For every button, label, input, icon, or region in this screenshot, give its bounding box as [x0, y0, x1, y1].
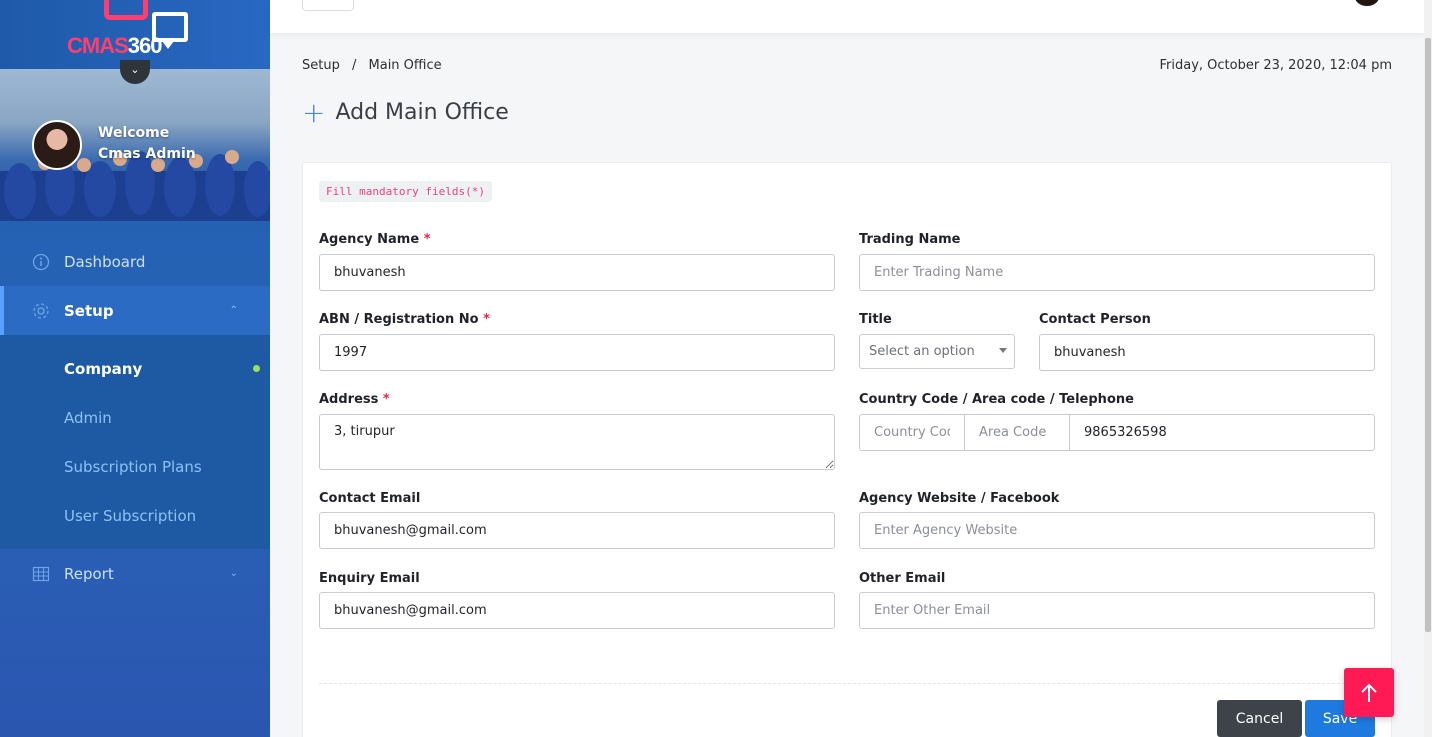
info-circle-icon — [32, 253, 50, 271]
contact-email-label: Contact Email — [319, 491, 421, 506]
active-dot-icon — [253, 365, 260, 372]
contact-person-field[interactable] — [1039, 334, 1375, 371]
breadcrumb-separator: / — [351, 58, 357, 73]
menu-toggle-button[interactable] — [302, 0, 354, 11]
website-field[interactable] — [859, 512, 1375, 549]
caret-down-icon — [999, 348, 1007, 353]
user-avatar[interactable] — [1353, 0, 1381, 8]
sidebar-item-dashboard[interactable]: Dashboard — [0, 237, 270, 286]
sidebar: CMAS360 ⌄ Welcome Cmas Admin Dashboard S… — [0, 0, 270, 737]
contact-person-label: Contact Person — [1039, 312, 1151, 327]
contact-email-field[interactable] — [319, 512, 835, 549]
sidebar-subitem-subscription-plans[interactable]: Subscription Plans — [0, 442, 270, 491]
area-code-field[interactable] — [964, 414, 1070, 451]
arrow-up-icon — [1361, 683, 1377, 702]
title-select[interactable]: Select an option — [859, 334, 1015, 369]
logo-mark — [104, 0, 148, 20]
chevron-up-icon: ⌃ — [229, 305, 238, 316]
logo-text: CMAS360 — [67, 33, 162, 58]
setup-submenu: Company Admin Subscription Plans User Su… — [0, 335, 270, 549]
scrollbar[interactable] — [1424, 0, 1432, 737]
title-label: Title — [859, 312, 892, 327]
grid-table-icon — [32, 565, 50, 583]
other-email-field[interactable] — [859, 592, 1375, 629]
sidebar-item-label: Company — [64, 359, 143, 378]
sidebar-nav: Dashboard Setup ⌃ Company Admin Subscrip… — [0, 237, 270, 598]
cancel-button[interactable]: Cancel — [1217, 700, 1302, 737]
country-code-field[interactable] — [859, 414, 965, 451]
breadcrumb: Setup / Main Office — [302, 58, 442, 73]
address-label: Address * — [319, 392, 390, 407]
chevron-down-icon: ⌄ — [229, 568, 238, 579]
trading-name-label: Trading Name — [859, 232, 961, 247]
abn-field[interactable] — [319, 334, 835, 371]
current-datetime: Friday, October 23, 2020, 12:04 pm — [1159, 58, 1393, 73]
website-label: Agency Website / Facebook — [859, 491, 1060, 506]
page-title: + Add Main Office — [302, 95, 509, 129]
topbar — [270, 0, 1424, 33]
welcome-text: Welcome Cmas Admin — [98, 123, 196, 165]
sidebar-item-label: Admin — [64, 408, 112, 427]
sidebar-subitem-admin[interactable]: Admin — [0, 393, 270, 442]
chat-bubble-icon — [152, 12, 188, 49]
sidebar-subitem-company[interactable]: Company — [0, 344, 270, 393]
sidebar-item-report[interactable]: Report ⌄ — [0, 549, 270, 598]
sidebar-item-label: Setup — [64, 301, 114, 320]
sidebar-item-label: Report — [64, 564, 114, 583]
trading-name-field[interactable] — [859, 254, 1375, 291]
sidebar-item-setup[interactable]: Setup ⌃ — [0, 286, 270, 335]
form-card: Fill mandatory fields(*) Agency Name * T… — [302, 162, 1392, 737]
sidebar-item-label: Subscription Plans — [64, 457, 202, 476]
avatar[interactable] — [32, 120, 82, 170]
form-divider — [319, 683, 1375, 684]
other-email-label: Other Email — [859, 571, 946, 586]
mandatory-note: Fill mandatory fields(*) — [319, 181, 492, 202]
scroll-to-top-button[interactable] — [1344, 668, 1394, 717]
plus-icon: + — [302, 95, 326, 129]
sidebar-item-label: User Subscription — [64, 506, 197, 525]
logo[interactable]: CMAS360 — [0, 0, 270, 69]
sidebar-subitem-user-subscription[interactable]: User Subscription — [0, 491, 270, 540]
telephone-field[interactable] — [1069, 414, 1375, 451]
address-field[interactable]: 3, tirupur — [319, 414, 835, 470]
enquiry-email-field[interactable] — [319, 592, 835, 629]
profile-banner: Welcome Cmas Admin — [0, 69, 270, 221]
phone-label: Country Code / Area code / Telephone — [859, 392, 1134, 407]
scrollbar-thumb[interactable] — [1425, 38, 1431, 632]
agency-name-label: Agency Name * — [319, 232, 431, 247]
enquiry-email-label: Enquiry Email — [319, 571, 420, 586]
gear-icon — [32, 302, 50, 320]
breadcrumb-current: Main Office — [368, 58, 442, 73]
breadcrumb-setup[interactable]: Setup — [302, 58, 340, 73]
sidebar-item-label: Dashboard — [64, 252, 146, 271]
abn-label: ABN / Registration No * — [319, 312, 490, 327]
agency-name-field[interactable] — [319, 254, 835, 291]
user-name: Cmas Admin — [98, 146, 196, 162]
